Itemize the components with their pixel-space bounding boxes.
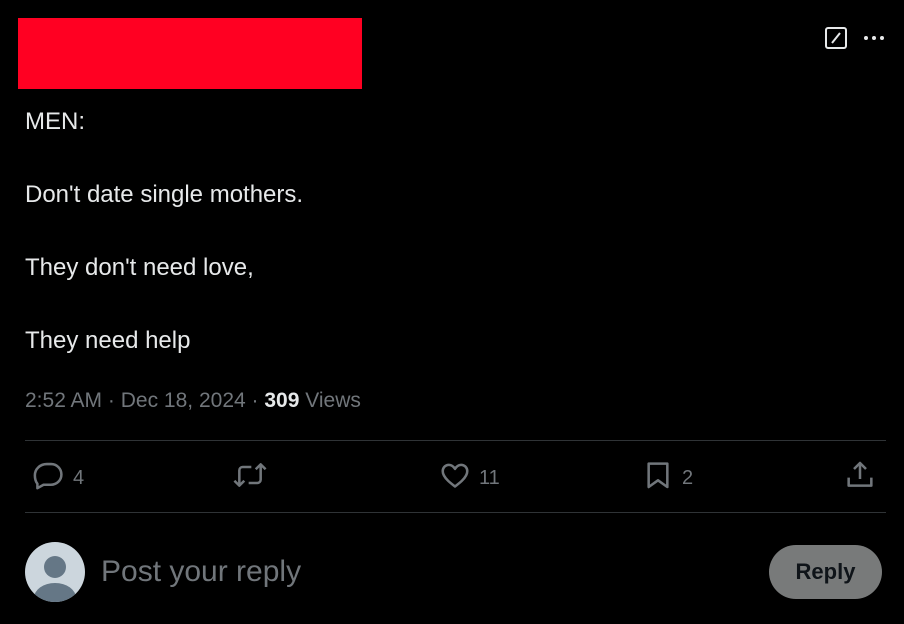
reply-icon [33,459,65,497]
tweet-line: Don't date single mothers. [25,181,304,208]
share-action[interactable] [844,456,876,500]
meta-separator: · [107,389,115,412]
bookmark-icon [642,459,674,497]
reply-button[interactable]: Reply [769,545,882,599]
divider [25,512,886,513]
share-icon [844,459,876,497]
meta-separator: · [251,389,259,412]
tweet-text: MEN: Don't date single mothers. They don… [25,107,845,356]
tweet-actions: 4 11 2 [25,456,886,500]
retweet-icon [232,459,268,497]
reply-action[interactable]: 4 [33,456,84,500]
views-count[interactable]: 309 [264,389,299,412]
tweet-time[interactable]: 2:52 AM [25,389,102,412]
tweet-line: MEN: [25,108,85,135]
tweet-top-actions [824,26,886,50]
views-label: Views [305,389,361,412]
retweet-action[interactable] [232,456,268,500]
tweet-date[interactable]: Dec 18, 2024 [121,389,246,412]
reply-input[interactable] [101,547,769,597]
tweet-meta: 2:52 AM · Dec 18, 2024 · 309 Views [25,387,361,415]
reply-count: 4 [73,466,85,489]
redacted-author-block [18,18,362,89]
like-action[interactable]: 11 [439,456,500,500]
divider [25,440,886,441]
tweet-line: They don't need love, [25,254,254,281]
bookmark-count: 2 [682,466,694,489]
like-count: 11 [479,466,500,489]
grok-icon[interactable] [824,26,848,50]
like-icon [439,459,471,497]
bookmark-action[interactable]: 2 [642,456,693,500]
more-icon[interactable] [862,26,886,50]
reply-composer: Reply [25,540,882,604]
tweet-line: They need help [25,327,191,354]
avatar[interactable] [25,542,85,602]
